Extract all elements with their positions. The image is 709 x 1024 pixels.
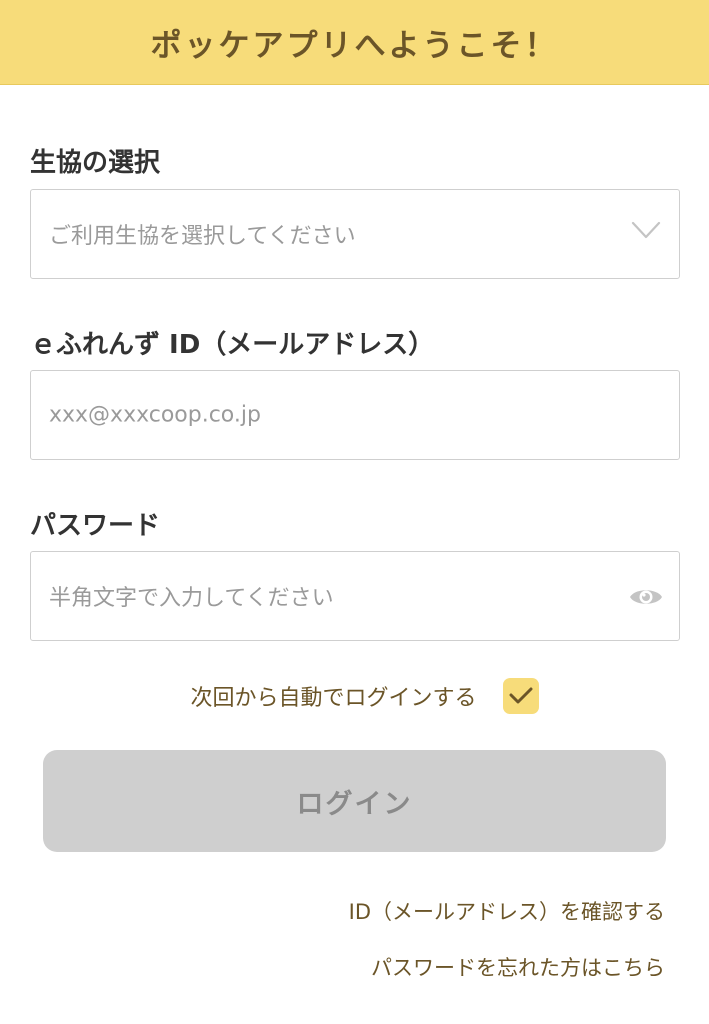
password-placeholder: 半角文字で入力してください xyxy=(49,586,334,611)
email-label: ｅふれんず ID（メールアドレス） xyxy=(30,330,435,360)
chevron-down-icon xyxy=(631,221,661,239)
coop-select-label: 生協の選択 xyxy=(30,148,161,178)
app-header: ポッケアプリへようこそ！ xyxy=(0,0,709,85)
password-label: パスワード xyxy=(30,511,161,541)
email-placeholder: xxx@xxxcoop.co.jp xyxy=(49,402,261,428)
welcome-title: ポッケアプリへようこそ！ xyxy=(150,27,559,64)
eye-icon[interactable] xyxy=(629,585,663,609)
confirm-id-link[interactable]: ID（メールアドレス）を確認する xyxy=(349,896,665,926)
auto-login-label: 次回から自動でログインする xyxy=(190,686,477,711)
auto-login-row: 次回から自動でログインする xyxy=(0,676,709,716)
login-button[interactable]: ログイン xyxy=(43,750,666,852)
checkmark-icon xyxy=(509,687,532,704)
email-field[interactable]: xxx@xxxcoop.co.jp xyxy=(30,370,680,460)
forgot-password-link[interactable]: パスワードを忘れた方はこちら xyxy=(371,952,665,982)
coop-select-placeholder: ご利用生協を選択してください xyxy=(49,224,356,249)
password-field[interactable]: 半角文字で入力してください xyxy=(30,551,680,641)
auto-login-checkbox[interactable] xyxy=(502,678,539,714)
coop-select-dropdown[interactable]: ご利用生協を選択してください xyxy=(30,189,680,279)
